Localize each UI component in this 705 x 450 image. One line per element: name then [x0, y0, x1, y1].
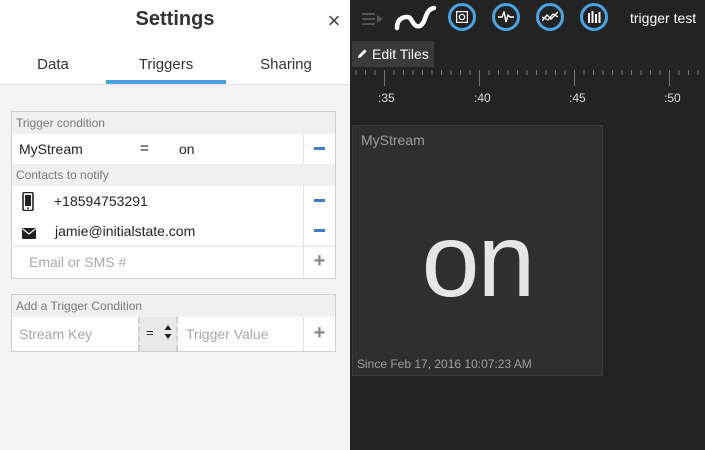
timeline-tick-label: :50: [664, 91, 681, 105]
contact-row: +18594753291: [12, 186, 335, 216]
lines-view-button[interactable]: [536, 3, 564, 31]
trigger-card: Trigger condition MyStream = on Contacts…: [11, 111, 336, 279]
tile-value: on: [421, 203, 536, 319]
add-contact-row: +: [12, 246, 335, 278]
waves-view-button[interactable]: [492, 3, 520, 31]
tab-triggers[interactable]: Triggers: [106, 50, 226, 84]
contact-row: jamie@initialstate.com: [12, 216, 335, 246]
menu-collapse-icon[interactable]: [362, 12, 384, 31]
trigger-condition-row: MyStream = on: [12, 134, 335, 164]
timeline-ruler[interactable]: [350, 70, 705, 110]
remove-contact-button[interactable]: [303, 186, 335, 216]
trigger-condition-header: Trigger condition: [12, 112, 335, 134]
tile-since-timestamp: Since Feb 17, 2016 10:07:23 AM: [357, 357, 532, 371]
trigger-stream-key: MyStream: [19, 141, 83, 157]
bucket-title: trigger test: [630, 10, 697, 26]
tiles-view-button[interactable]: [448, 3, 476, 31]
add-condition-row: = +: [12, 317, 335, 351]
trigger-value-input[interactable]: [186, 325, 298, 343]
tab-sharing[interactable]: Sharing: [226, 50, 346, 84]
stream-key-input[interactable]: [19, 325, 137, 343]
operator-select[interactable]: =: [138, 317, 178, 351]
trigger-value: on: [179, 141, 195, 157]
close-icon[interactable]: ×: [322, 9, 346, 33]
line-chart-icon: [542, 11, 558, 22]
contact-value: jamie@initialstate.com: [55, 223, 196, 239]
tab-data[interactable]: Data: [0, 50, 106, 84]
bars-icon: [588, 11, 601, 23]
tile-stream-name: MyStream: [361, 132, 425, 148]
add-condition-card: Add a Trigger Condition = +: [11, 294, 336, 352]
add-contact-button[interactable]: +: [303, 247, 335, 278]
remove-condition-button[interactable]: [303, 134, 335, 164]
tile-icon: [456, 11, 468, 23]
timeline-tick-label: :35: [378, 91, 395, 105]
remove-contact-button[interactable]: [303, 216, 335, 246]
pencil-icon: [357, 46, 368, 62]
settings-title: Settings: [135, 8, 215, 30]
waveform-icon: [498, 11, 514, 23]
edit-tiles-button[interactable]: Edit Tiles: [352, 41, 434, 67]
settings-panel: Settings × Data Triggers Sharing Trigger…: [0, 0, 350, 450]
add-condition-header: Add a Trigger Condition: [12, 295, 335, 317]
timeline-tick-label: :40: [474, 91, 491, 105]
contacts-header: Contacts to notify: [12, 164, 335, 186]
operator-value: =: [146, 325, 154, 340]
phone-icon: [22, 191, 34, 214]
edit-tiles-label: Edit Tiles: [372, 46, 429, 62]
contact-value: +18594753291: [54, 193, 148, 209]
trigger-operator: =: [140, 140, 149, 157]
add-condition-button[interactable]: +: [303, 317, 335, 351]
sort-icon: [164, 324, 172, 343]
ocean-view-button[interactable]: [580, 3, 608, 31]
contact-input[interactable]: [29, 253, 289, 271]
timeline-tick-label: :45: [569, 91, 586, 105]
logo-icon[interactable]: [394, 4, 438, 37]
mail-icon: [22, 226, 36, 242]
